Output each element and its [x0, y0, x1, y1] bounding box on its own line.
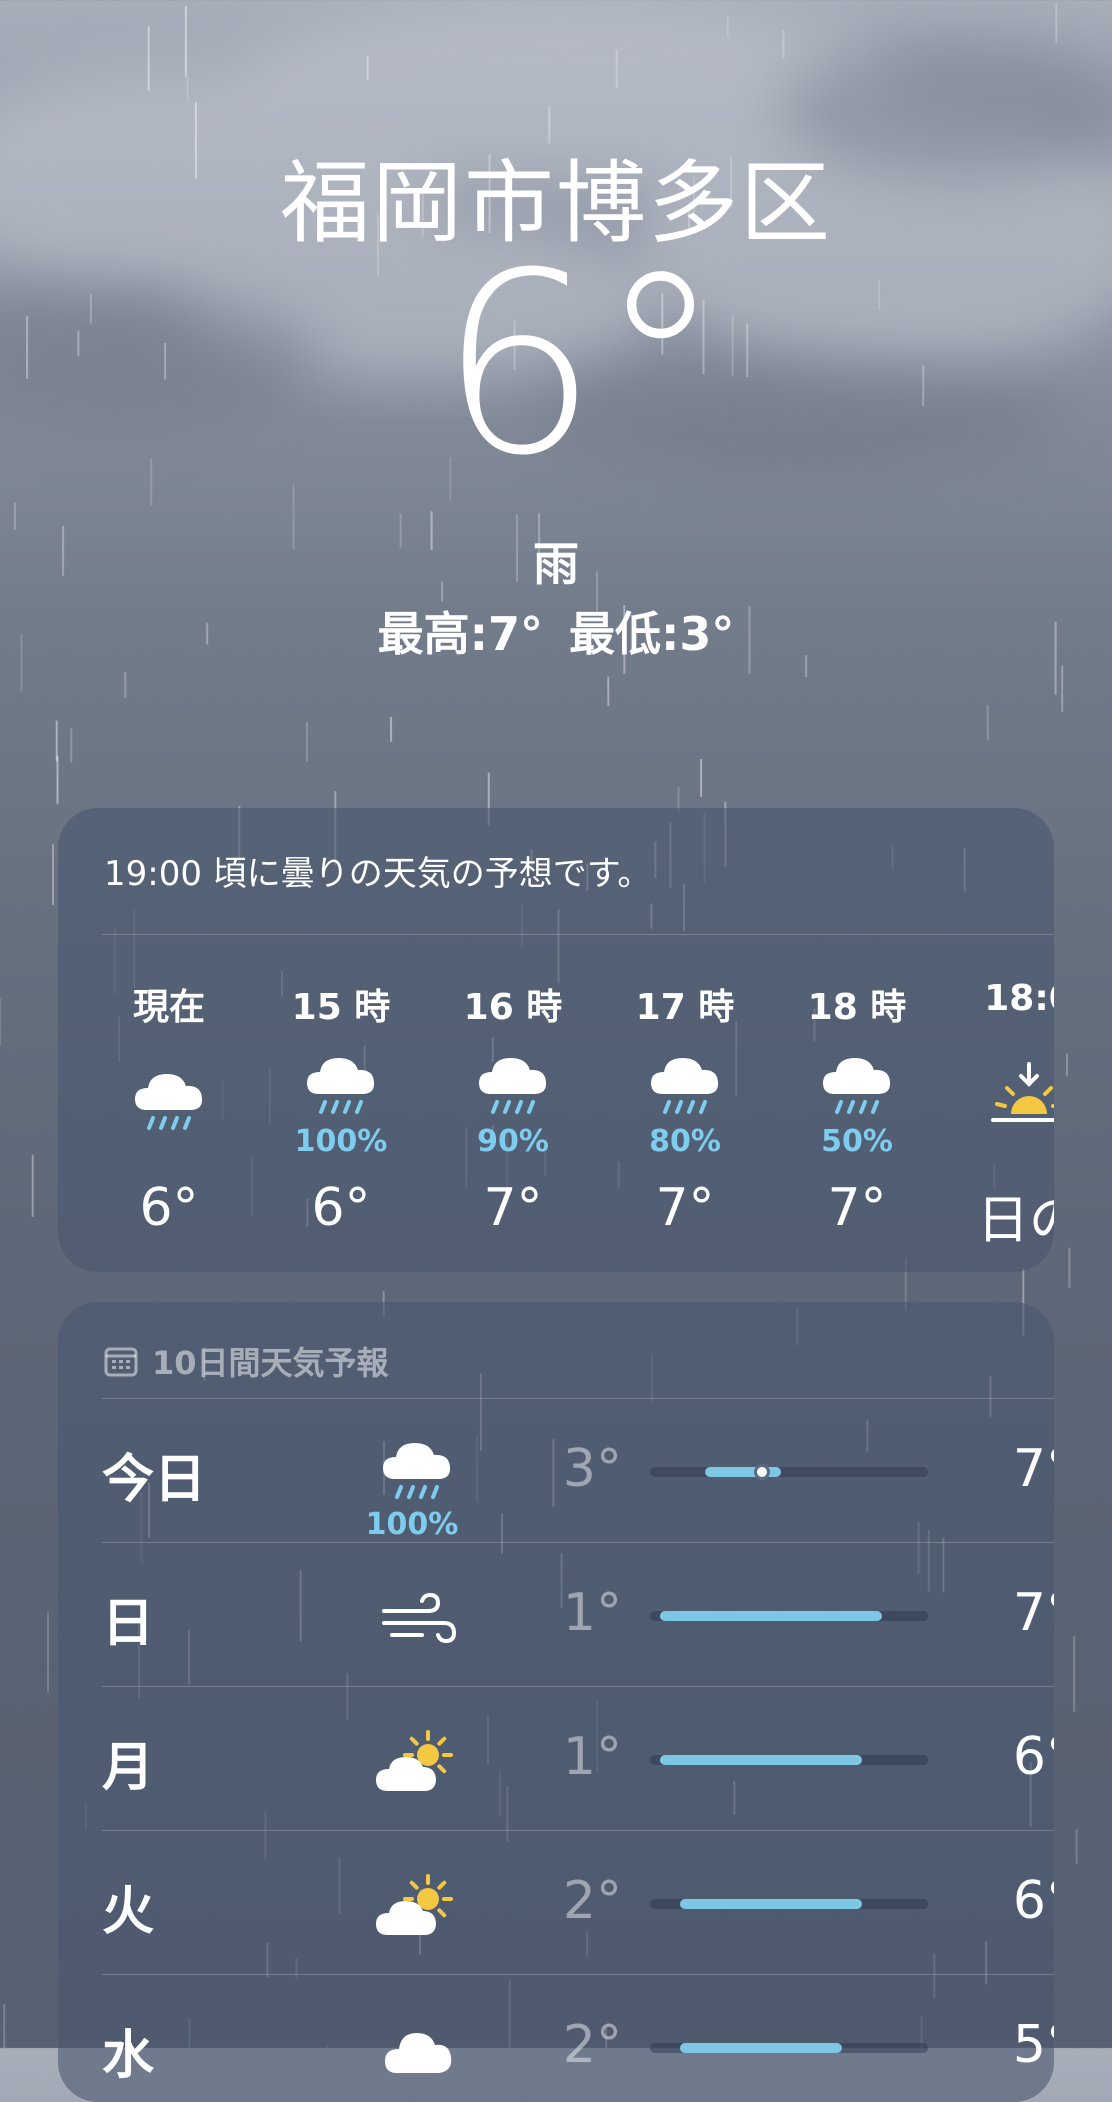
hour-temperature: 日の [976, 1191, 1054, 1251]
hour-label: 18 時 [807, 987, 907, 1028]
current-temperature: 6° [438, 219, 724, 510]
sunset-icon [989, 1058, 1054, 1138]
temperature-range-fill [680, 1899, 862, 1909]
current-condition: 雨 [533, 537, 579, 591]
hour-label: 18:0 [984, 978, 1054, 1019]
day-label: 日 [102, 1594, 155, 1654]
day-label: 月 [102, 1738, 155, 1798]
rain-cloud-icon [645, 1042, 725, 1122]
divider [102, 934, 1054, 935]
hour-temperature: 6° [311, 1178, 371, 1238]
temperature-range-fill [660, 1755, 862, 1765]
hourly-item: 18:0 日の [954, 978, 1054, 1251]
precip-chance: 80% [649, 1124, 721, 1159]
hour-label: 現在 [132, 987, 205, 1028]
hourly-forecast-card[interactable]: 19:00 頃に曇りの天気の予想です。 現在 6° 15 時 100% 6° 16 時 90… [58, 808, 1054, 1272]
ten-day-title-label: 10日間天気予報 [152, 1344, 389, 1382]
low-temperature: 1° [562, 1583, 622, 1643]
daily-row[interactable]: 火 2° 6° [102, 1830, 1054, 1975]
wind-icon [372, 1581, 462, 1661]
rain-cloud-icon [473, 1042, 553, 1122]
high-temperature: 6° [1012, 1727, 1054, 1787]
rain-cloud-icon [301, 1042, 381, 1122]
hour-label: 15 時 [291, 987, 391, 1028]
temperature-range-bar [650, 1755, 928, 1765]
ten-day-forecast-card[interactable]: 10日間天気予報 今日 100% 3° 7° 日 1° 7° 月 1° 6° 火 2° 6° 水 2° 5° [58, 1302, 1054, 2102]
high-temperature: 6° [1012, 1871, 1054, 1931]
high-temperature: 5° [1012, 2015, 1054, 2075]
precip-chance: 90% [477, 1124, 549, 1159]
hour-temperature: 6° [139, 1178, 199, 1238]
daily-row[interactable]: 日 1° 7° [102, 1542, 1054, 1687]
low-temperature: 最低:3° [569, 607, 735, 661]
calendar-icon [104, 1347, 138, 1377]
daily-row[interactable]: 水 2° 5° [102, 1974, 1054, 2102]
high-temperature: 7° [1012, 1583, 1054, 1643]
high-temperature: 最高:7° [377, 607, 543, 661]
precip-chance: 100% [294, 1124, 388, 1159]
ten-day-title: 10日間天気予報 [104, 1338, 389, 1384]
temperature-range-fill [680, 2043, 842, 2053]
daily-row[interactable]: 今日 100% 3° 7° [102, 1398, 1054, 1543]
hourly-item: 現在 6° [94, 978, 244, 1238]
temperature-range-bar [650, 1611, 928, 1621]
high-low-temperatures: 最高:7° 最低:3° [0, 598, 1112, 664]
day-label: 今日 [102, 1450, 207, 1510]
hour-temperature: 7° [655, 1178, 715, 1238]
temperature-range-fill [660, 1611, 883, 1621]
hour-temperature: 7° [827, 1178, 887, 1238]
rain-cloud-icon [817, 1042, 897, 1122]
hourly-item: 16 時 90% 7° [438, 978, 588, 1238]
precip-chance: 50% [821, 1124, 893, 1159]
low-temperature: 2° [562, 1871, 622, 1931]
hour-temperature: 7° [483, 1178, 543, 1238]
partly-sunny-icon [372, 1869, 462, 1949]
current-temperature-dot [754, 1464, 770, 1480]
hourly-item: 15 時 100% 6° [266, 978, 416, 1238]
low-temperature: 1° [562, 1727, 622, 1787]
low-temperature: 2° [562, 2015, 622, 2075]
rain-cloud-icon [129, 1058, 209, 1138]
temperature-range-bar [650, 1899, 928, 1909]
temperature-range-bar [650, 2043, 928, 2053]
cloud-icon [372, 2013, 462, 2093]
hourly-summary: 19:00 頃に曇りの天気の予想です。 [104, 854, 652, 894]
day-label: 火 [102, 1882, 155, 1942]
partly-sunny-icon [372, 1725, 462, 1805]
day-label: 水 [102, 2026, 155, 2086]
hourly-item: 18 時 50% 7° [782, 978, 932, 1238]
precip-chance: 100% [365, 1507, 459, 1542]
low-temperature: 3° [562, 1439, 622, 1499]
rain-cloud-icon [372, 1427, 462, 1507]
temperature-range-bar [650, 1464, 928, 1480]
daily-row[interactable]: 月 1° 6° [102, 1686, 1054, 1831]
hourly-item: 17 時 80% 7° [610, 978, 760, 1238]
hour-label: 17 時 [635, 987, 735, 1028]
high-temperature: 7° [1012, 1439, 1054, 1499]
hour-label: 16 時 [463, 987, 563, 1028]
